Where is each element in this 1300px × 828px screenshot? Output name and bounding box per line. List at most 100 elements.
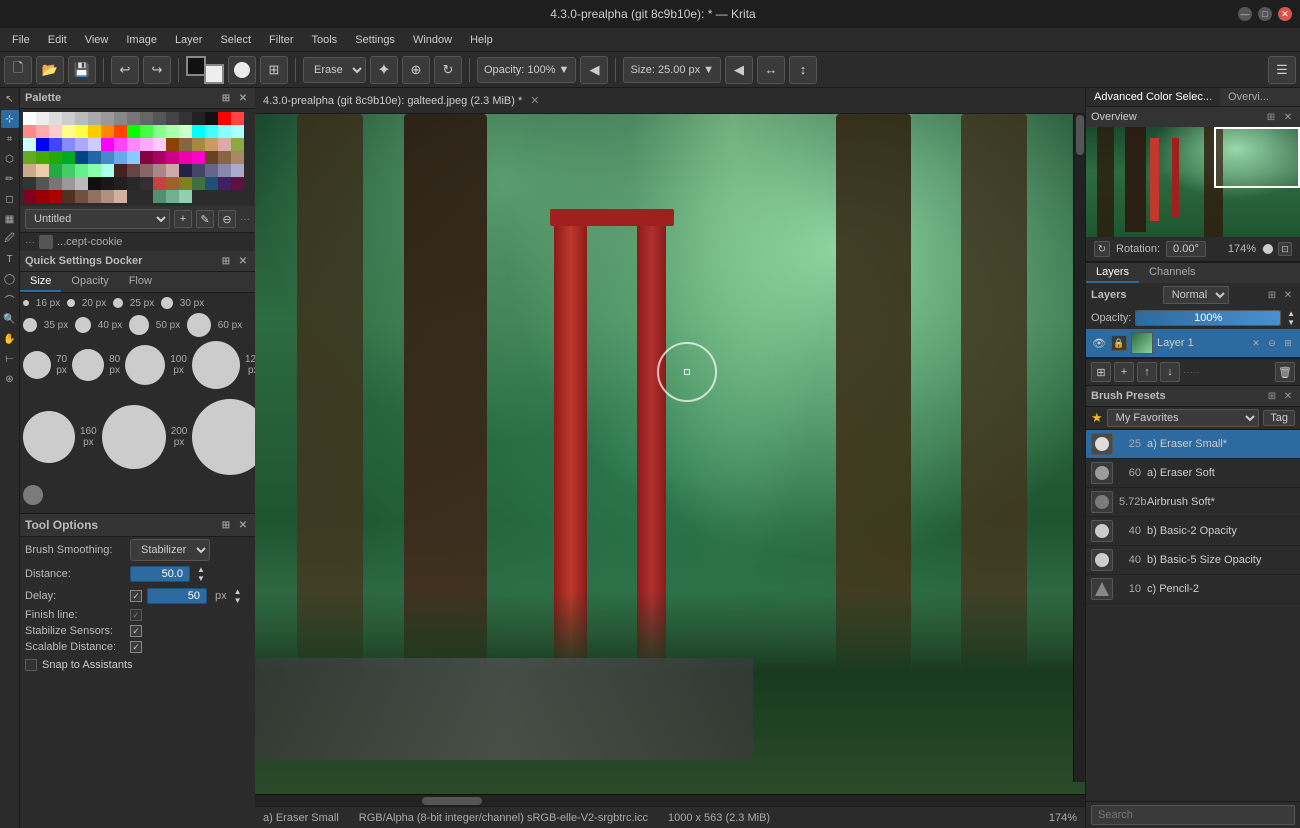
palette-color[interactable]: [231, 177, 244, 190]
distance-input[interactable]: 50.0: [130, 566, 190, 582]
palette-color[interactable]: [127, 125, 140, 138]
palette-color[interactable]: [88, 190, 101, 203]
distance-down[interactable]: ▼: [197, 574, 205, 583]
qs-tab-size[interactable]: Size: [20, 272, 61, 292]
palette-color[interactable]: [114, 190, 127, 203]
layer-action-1[interactable]: ✕: [1249, 336, 1263, 350]
to-close-icon[interactable]: ✕: [236, 518, 250, 532]
brush-size-50[interactable]: [129, 315, 149, 335]
layers-tb-settings[interactable]: ⊞: [1091, 362, 1111, 382]
palette-color[interactable]: [36, 190, 49, 203]
qs-tab-opacity[interactable]: Opacity: [61, 272, 118, 292]
size-decrement[interactable]: ◀: [725, 56, 753, 84]
open-button[interactable]: 📂: [36, 56, 64, 84]
brush-size-40[interactable]: [75, 317, 91, 333]
opacity-decrement-btn[interactable]: ▼: [1287, 318, 1295, 327]
tool-brush[interactable]: ✏: [1, 170, 19, 188]
rotation-icon[interactable]: ↻: [1094, 241, 1110, 257]
mirror-h[interactable]: ↔: [757, 56, 785, 84]
bp-item-airbrush[interactable]: 5.72b Airbrush Soft*: [1086, 488, 1300, 517]
qs-tab-flow[interactable]: Flow: [119, 272, 162, 292]
palette-color[interactable]: [127, 138, 140, 151]
opacity-decrement[interactable]: ◀: [580, 56, 608, 84]
palette-color[interactable]: [23, 125, 36, 138]
palette-color[interactable]: [114, 151, 127, 164]
brush-size-200[interactable]: [102, 405, 166, 469]
palette-color[interactable]: [153, 190, 166, 203]
mirror-v[interactable]: ↕: [789, 56, 817, 84]
palette-color[interactable]: [75, 190, 88, 203]
brush-size-160[interactable]: [23, 411, 75, 463]
canvas-scrollbar-h[interactable]: [255, 794, 1085, 806]
palette-color[interactable]: [153, 164, 166, 177]
palette-color[interactable]: [114, 125, 127, 138]
tab-overview[interactable]: Overvi...: [1220, 88, 1277, 106]
palette-color[interactable]: [140, 151, 153, 164]
palette-color[interactable]: [231, 112, 244, 125]
palette-color[interactable]: [179, 112, 192, 125]
undo-button[interactable]: ↩: [111, 56, 139, 84]
palette-color[interactable]: [127, 112, 140, 125]
close-button[interactable]: ✕: [1278, 7, 1292, 21]
palette-color[interactable]: [166, 164, 179, 177]
palette-color[interactable]: [205, 125, 218, 138]
new-button[interactable]: 🗋: [4, 56, 32, 84]
qs-close-icon[interactable]: ✕: [236, 254, 250, 268]
finish-line-checkbox[interactable]: ✓: [130, 609, 142, 621]
channels-tab[interactable]: Channels: [1139, 263, 1205, 283]
palette-color[interactable]: [101, 190, 114, 203]
palette-color[interactable]: [127, 164, 140, 177]
layers-tb-add[interactable]: +: [1114, 362, 1134, 382]
palette-color[interactable]: [88, 112, 101, 125]
menu-settings[interactable]: Settings: [347, 32, 403, 48]
palette-color[interactable]: [231, 125, 244, 138]
tab-advanced-color[interactable]: Advanced Color Selec...: [1086, 88, 1220, 106]
palette-color[interactable]: [231, 151, 244, 164]
palette-color[interactable]: [166, 125, 179, 138]
restore-button[interactable]: □: [1258, 7, 1272, 21]
tool-erase[interactable]: ◻: [1, 190, 19, 208]
foreground-color[interactable]: [186, 56, 206, 76]
bp-menu-icon[interactable]: ⊞: [1265, 389, 1279, 403]
palette-color[interactable]: [101, 164, 114, 177]
palette-color[interactable]: [140, 125, 153, 138]
bp-close-icon[interactable]: ✕: [1281, 389, 1295, 403]
bp-item-eraser-small[interactable]: 25 a) Eraser Small*: [1086, 430, 1300, 459]
palette-color[interactable]: [88, 125, 101, 138]
overview-close-icon[interactable]: ✕: [1281, 110, 1295, 124]
overview-menu-icon[interactable]: ⊞: [1264, 110, 1278, 124]
palette-color[interactable]: [75, 164, 88, 177]
stabilize-sensors-checkbox[interactable]: ✓: [130, 625, 142, 637]
palette-color[interactable]: [62, 112, 75, 125]
layer-item-1[interactable]: 👁 🔒 Layer 1 ✕ ⊖ ⊞: [1086, 329, 1300, 358]
layer-action-3[interactable]: ⊞: [1281, 336, 1295, 350]
palette-color[interactable]: [23, 164, 36, 177]
palette-color[interactable]: [23, 177, 36, 190]
palette-color[interactable]: [192, 177, 205, 190]
delay-checkbox[interactable]: ✓: [130, 590, 142, 602]
zoom-fit-btn[interactable]: ⊡: [1278, 242, 1292, 256]
tool-select[interactable]: ↖: [1, 90, 19, 108]
palette-color[interactable]: [127, 190, 140, 203]
menu-window[interactable]: Window: [405, 32, 460, 48]
bp-item-basic5[interactable]: 40 b) Basic-5 Size Opacity: [1086, 546, 1300, 575]
layer-action-2[interactable]: ⊖: [1265, 336, 1279, 350]
menu-tools[interactable]: Tools: [304, 32, 346, 48]
save-button[interactable]: 💾: [68, 56, 96, 84]
opacity-arrow[interactable]: ▼: [559, 64, 570, 76]
brush-size-80[interactable]: [72, 349, 104, 381]
palette-color[interactable]: [179, 190, 192, 203]
palette-color[interactable]: [75, 125, 88, 138]
palette-color[interactable]: [127, 151, 140, 164]
overview-thumbnail[interactable]: [1086, 127, 1300, 237]
brush-edit-btn[interactable]: ✎: [196, 210, 214, 228]
palette-color[interactable]: [166, 190, 179, 203]
tool-option-1[interactable]: ✦: [370, 56, 398, 84]
menu-select[interactable]: Select: [212, 32, 259, 48]
canvas-scrollbar-v[interactable]: [1073, 114, 1085, 782]
menu-image[interactable]: Image: [118, 32, 165, 48]
palette-color[interactable]: [114, 138, 127, 151]
brush-size-16[interactable]: [23, 300, 29, 306]
palette-color[interactable]: [36, 164, 49, 177]
brush-size-250[interactable]: [192, 399, 255, 475]
